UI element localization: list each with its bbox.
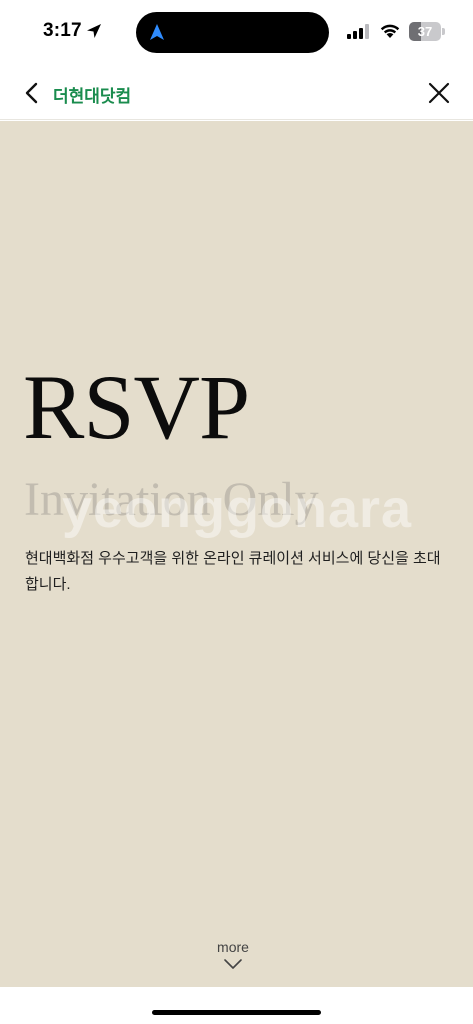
battery-level-text: 37	[417, 24, 433, 39]
watermark: yeonggonara	[62, 479, 413, 539]
status-bar: 3:17 37	[0, 0, 473, 66]
location-arrow-icon	[87, 24, 101, 38]
nav-title: 더현대닷컴	[53, 87, 132, 106]
home-area	[0, 987, 473, 1024]
wifi-icon	[380, 24, 400, 38]
more-button[interactable]: more	[205, 938, 261, 978]
home-indicator[interactable]	[152, 1010, 321, 1015]
nav-bar: 더현대닷컴	[0, 66, 473, 120]
dynamic-island	[136, 12, 329, 53]
navigation-icon	[150, 24, 164, 40]
back-button[interactable]	[18, 79, 46, 107]
rsvp-heading: RSVP	[23, 356, 250, 458]
chevron-left-icon	[25, 82, 38, 104]
close-button[interactable]	[424, 78, 454, 108]
invitation-panel: RSVP Invitation Only yeonggonara 현대백화점 우…	[0, 121, 473, 987]
cellular-signal-icon	[347, 24, 369, 39]
battery-icon: 37	[409, 22, 445, 41]
more-label: more	[217, 939, 249, 955]
status-time: 3:17	[43, 20, 82, 41]
chevron-down-icon	[224, 959, 242, 969]
invitation-description: 현대백화점 우수고객을 위한 온라인 큐레이션 서비스에 당신을 초대합니다.	[25, 550, 441, 593]
close-icon	[428, 82, 450, 104]
